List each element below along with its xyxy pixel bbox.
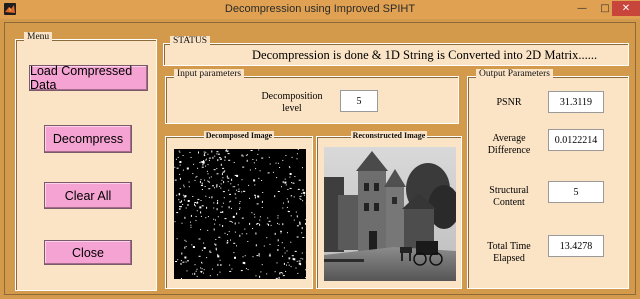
window-title: Decompression using Improved SPIHT: [224, 3, 416, 15]
clear-all-button[interactable]: Clear All: [44, 182, 132, 209]
load-compressed-data-button[interactable]: Load Compressed Data: [29, 64, 148, 92]
minimize-button[interactable]: —: [570, 1, 594, 16]
psnr-value: 31.3119: [548, 91, 604, 113]
total-time-elapsed-label: Total Time Elapsed: [487, 241, 531, 264]
decomposed-image-panel: Decomposed Image: [165, 131, 313, 289]
reconstructed-image-panel: Reconstructed Image: [316, 131, 462, 289]
psnr-label: PSNR: [496, 97, 522, 108]
decomposed-image: [174, 149, 306, 279]
reconstructed-image: [324, 147, 456, 281]
client-area: Menu Load Compressed Data Decompress Cle…: [4, 22, 636, 295]
structural-content-value: 5: [548, 181, 604, 203]
output-parameters-panel: Output Parameters PSNR 31.3119 Average D…: [467, 69, 629, 289]
average-difference-label: Average Difference: [487, 133, 531, 156]
decomposed-image-title: Decomposed Image: [203, 131, 275, 140]
reconstructed-image-title: Reconstructed Image: [350, 131, 428, 140]
input-parameters-title: Input parameters: [174, 69, 245, 79]
decompress-button[interactable]: Decompress: [44, 125, 132, 153]
decomposition-level-field[interactable]: 5: [340, 90, 378, 112]
status-title: STATUS: [170, 36, 211, 46]
status-message: Decompression is done & 1D String is Con…: [252, 48, 598, 62]
input-parameters-panel: Input parameters Decomposition level 5: [165, 69, 459, 124]
close-window-button[interactable]: ✕: [612, 1, 640, 16]
output-parameters-title: Output Parameters: [476, 69, 553, 79]
app-window: Decompression using Improved SPIHT — □ ✕…: [0, 0, 640, 299]
total-time-elapsed-value: 13.4278: [548, 235, 604, 257]
menu-title: Menu: [24, 32, 53, 42]
title-bar: Decompression using Improved SPIHT — □ ✕: [0, 0, 640, 19]
average-difference-value: 0.0122214: [548, 129, 604, 151]
menu-panel: Menu Load Compressed Data Decompress Cle…: [15, 32, 157, 291]
structural-content-label: Structural Content: [489, 185, 529, 208]
close-button[interactable]: Close: [44, 240, 132, 265]
status-panel: STATUS Decompression is done & 1D String…: [163, 36, 629, 66]
decomposition-level-label: Decomposition level: [261, 91, 323, 114]
